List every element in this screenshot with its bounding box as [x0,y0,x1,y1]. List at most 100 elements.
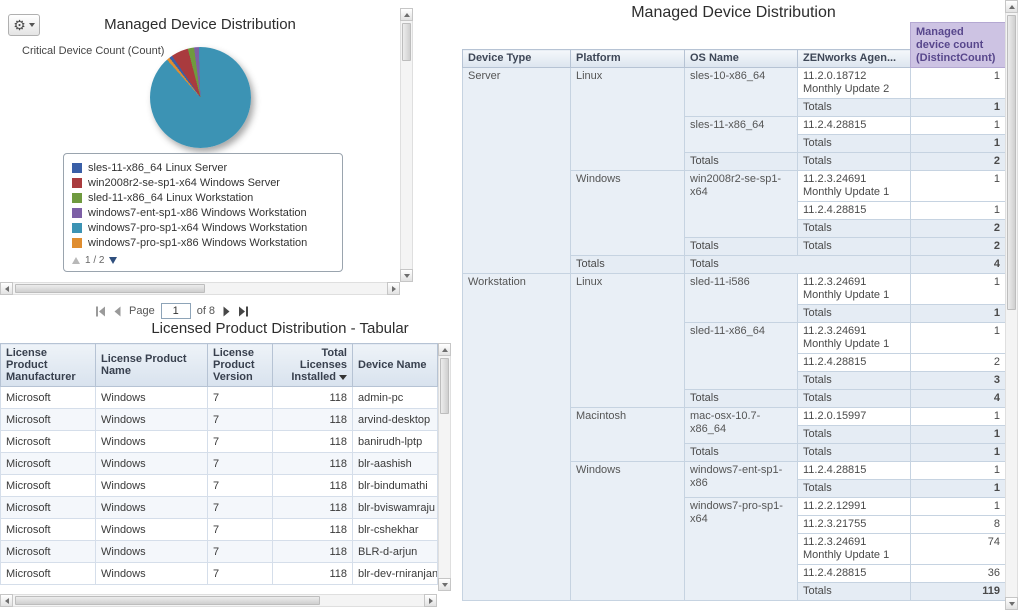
scroll-right-button[interactable] [424,594,437,607]
first-page-icon [95,306,106,317]
scroll-up-button[interactable] [400,8,413,21]
cell: 4 [911,256,1006,274]
legend-label: windows7-ent-sp1-x86 Windows Workstation [88,207,307,219]
table-row[interactable]: MicrosoftWindows7118blr-aashish [1,453,438,475]
legend-next-icon[interactable] [109,257,117,264]
cell: BLR-d-arjun [353,541,438,563]
legend-item: windows7-ent-sp1-x86 Windows Workstation [72,205,334,220]
cell: Windows [571,171,685,256]
table-row[interactable]: MicrosoftWindows7118blr-dev-rniranjan [1,563,438,585]
pie-panel: ⚙ Managed Device Distribution Critical D… [0,0,414,296]
last-page-button[interactable] [238,306,249,317]
cell: Totals [798,220,911,238]
licensed-table-vscrollbar[interactable] [438,343,451,591]
cell: Totals [798,99,911,117]
table-row[interactable]: MicrosoftWindows7118blr-bviswamraju [1,497,438,519]
cell: 7 [208,541,273,563]
legend-label: sles-11-x86_64 Linux Server [88,162,227,174]
table-row[interactable]: MicrosoftWindows7118banirudh-lptp [1,431,438,453]
table-row[interactable]: MicrosoftWindows7118BLR-d-arjun [1,541,438,563]
cell: 7 [208,563,273,585]
cell: 11.2.3.24691 Monthly Update 1 [798,323,911,354]
first-page-button[interactable] [95,306,106,317]
scroll-up-button[interactable] [1005,0,1018,13]
cell: mac-osx-10.7-x86_64 [685,408,798,444]
column-header[interactable]: License Product Name [96,344,208,387]
legend-prev-icon[interactable] [72,257,80,264]
column-label: Device Name [358,359,427,371]
scroll-left-button[interactable] [0,594,13,607]
column-header[interactable]: Device Type [463,50,571,68]
pie-panel-vscrollbar[interactable] [400,8,413,282]
arrow-up-icon [442,348,448,352]
column-header[interactable]: License Product Manufacturer [1,344,96,387]
column-header[interactable]: Device Name [353,344,438,387]
table-row: ServerLinuxsles-10-x86_6411.2.0.18712 Mo… [463,68,1006,99]
scroll-thumb[interactable] [402,23,411,61]
scroll-right-button[interactable] [387,282,400,295]
cell: 11.2.2.12991 [798,498,911,516]
cell: arvind-desktop [353,409,438,431]
column-header[interactable]: Total Licenses Installed [273,344,353,387]
cell: 1 [911,323,1006,354]
cell: Workstation [463,274,571,601]
column-label: License Product Manufacturer [6,347,76,383]
pie-panel-title: Managed Device Distribution [0,16,400,33]
scroll-left-button[interactable] [0,282,13,295]
cell: 1 [911,444,1006,462]
header-spacer [463,23,911,50]
cell: Microsoft [1,563,96,585]
cell: Microsoft [1,541,96,563]
column-header[interactable]: License Product Version [208,344,273,387]
cell: 7 [208,431,273,453]
cell: 1 [911,274,1006,305]
cell: 11.2.4.28815 [798,565,911,583]
page-label: Page [129,305,155,317]
cell: blr-cshekhar [353,519,438,541]
column-label: License Product Name [101,353,187,377]
cell: Microsoft [1,409,96,431]
cell: 1 [911,305,1006,323]
licensed-table-hscrollbar[interactable] [0,594,437,607]
scroll-thumb[interactable] [15,596,320,605]
cell: Totals [685,390,798,408]
arrow-left-icon [5,598,9,604]
column-header[interactable]: Platform [571,50,685,68]
table-row[interactable]: MicrosoftWindows7118blr-bindumathi [1,475,438,497]
prev-page-button[interactable] [112,306,123,317]
table-row[interactable]: MicrosoftWindows7118arvind-desktop [1,409,438,431]
column-header[interactable]: ZENworks Agen... [798,50,911,68]
scroll-down-button[interactable] [1005,597,1018,610]
page-number-input[interactable] [161,303,191,319]
next-page-button[interactable] [221,306,232,317]
scroll-thumb[interactable] [440,358,449,414]
column-header-measure[interactable]: Managed device count (DistinctCount) [911,23,1006,68]
cell: Totals [685,444,798,462]
cell: 1 [911,408,1006,426]
next-page-icon [221,306,232,317]
cell: 11.2.3.21755 [798,516,911,534]
table-row[interactable]: MicrosoftWindows7118blr-cshekhar [1,519,438,541]
cell: 11.2.0.15997 [798,408,911,426]
scroll-thumb[interactable] [1007,15,1016,310]
cell: Microsoft [1,497,96,519]
pie-chart[interactable] [150,47,251,148]
table-row[interactable]: MicrosoftWindows7118admin-pc [1,387,438,409]
cell: Windows [96,453,208,475]
crosstab-vscrollbar[interactable] [1005,0,1018,610]
cell: 7 [208,497,273,519]
scroll-down-button[interactable] [400,269,413,282]
cell: Totals [798,372,911,390]
cell: Windows [96,409,208,431]
scroll-up-button[interactable] [438,343,451,356]
cell: Totals [798,153,911,171]
cell: 2 [911,220,1006,238]
pie-panel-hscrollbar[interactable] [0,282,400,295]
header-row: Managed device count (DistinctCount) [463,23,1006,50]
cell: 118 [273,475,353,497]
table-pagination: Page of 8 [95,302,249,320]
scroll-down-button[interactable] [438,578,451,591]
column-header[interactable]: OS Name [685,50,798,68]
cell: 3 [911,372,1006,390]
scroll-thumb[interactable] [15,284,205,293]
